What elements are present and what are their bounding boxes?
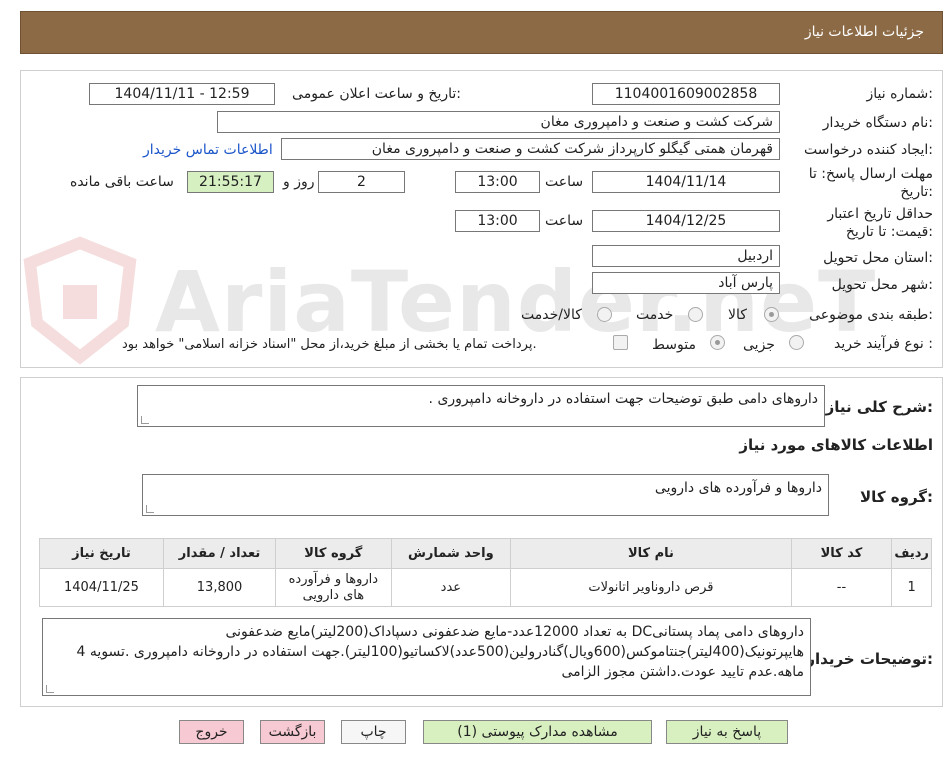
validity-label: حداقل تاریخ اعتبار — [827, 206, 933, 222]
province-label: استان محل تحویل: — [823, 250, 933, 266]
general-desc-text: داروهای دامی طبق توضیحات جهت استفاده در … — [428, 391, 818, 407]
days-field: 2 — [318, 171, 405, 193]
days-label: روز و — [283, 174, 315, 190]
goods-group-text: داروها و فرآورده های دارویی — [654, 480, 822, 496]
back-button[interactable]: بازگشت — [260, 720, 325, 744]
need-number-field: 1104001609002858 — [592, 83, 780, 105]
announce-label: تاریخ و ساعت اعلان عمومی: — [292, 86, 461, 102]
announce-field: 1404/11/11 - 12:59 — [89, 83, 275, 105]
validity-time-label: ساعت — [545, 213, 584, 229]
city-label: شهر محل تحویل: — [831, 277, 933, 293]
goods-group-label: گروه کالا: — [860, 488, 933, 506]
table-header-row: ردیف کد کالا نام کالا واحد شمارش گروه کا… — [39, 538, 932, 569]
buyer-notes-text: داروهای دامی پماد پستانیDC به تعداد 1200… — [76, 624, 804, 680]
process-radio-minor[interactable] — [789, 335, 804, 350]
validity-date-field: 1404/12/25 — [592, 210, 780, 232]
category-radio-both[interactable] — [597, 307, 612, 322]
reply-deadline-label-2: تاریخ: — [900, 184, 933, 200]
category-radio-service[interactable] — [688, 307, 703, 322]
reply-date-field: 1404/11/14 — [592, 171, 780, 193]
col-name: نام کالا — [510, 538, 792, 569]
province-field: اردبیل — [592, 245, 780, 267]
process-option-medium: متوسط — [652, 337, 696, 353]
col-code: کد کالا — [790, 538, 893, 569]
buyer-org-label: نام دستگاه خریدار: — [822, 115, 933, 131]
page-title: جزئیات اطلاعات نیاز — [804, 24, 924, 40]
resize-grip-icon[interactable] — [146, 505, 154, 513]
remaining-label: ساعت باقی مانده — [70, 174, 174, 190]
treasury-checkbox[interactable] — [613, 335, 628, 350]
process-option-minor: جزیی — [743, 337, 775, 353]
cell-row: 1 — [891, 568, 932, 607]
attachments-button[interactable]: مشاهده مدارک پیوستی (1) — [423, 720, 652, 744]
validity-label-2: قیمت: تا تاریخ: — [845, 224, 933, 240]
col-row: ردیف — [891, 538, 932, 569]
remaining-time-field: 21:55:17 — [187, 171, 274, 193]
items-table: ردیف کد کالا نام کالا واحد شمارش گروه کا… — [39, 538, 932, 607]
general-desc-label: شرح کلی نیاز: — [825, 398, 933, 416]
cell-unit: عدد — [390, 568, 512, 607]
page-header: جزئیات اطلاعات نیاز — [20, 11, 943, 54]
general-desc-textarea[interactable]: داروهای دامی طبق توضیحات جهت استفاده در … — [137, 385, 825, 427]
category-option-both: کالا/خدمت — [521, 307, 582, 323]
validity-time-field: 13:00 — [455, 210, 540, 232]
cell-name: قرص داروناویر اتانولات — [510, 568, 792, 607]
print-button[interactable]: چاپ — [341, 720, 406, 744]
payment-note: پرداخت تمام یا بخشی از مبلغ خرید،از محل … — [122, 337, 537, 352]
items-section-title: اطلاعات کالاهای مورد نیاز — [739, 436, 933, 454]
category-option-goods: کالا — [728, 307, 747, 323]
city-field: پارس آباد — [592, 272, 780, 294]
resize-grip-icon[interactable] — [141, 416, 149, 424]
cell-date: 1404/11/25 — [39, 568, 164, 607]
requester-label: ایجاد کننده درخواست: — [804, 142, 933, 158]
exit-button[interactable]: خروج — [179, 720, 244, 744]
process-label: نوع فرآیند خرید : — [834, 336, 933, 352]
category-option-service: خدمت — [636, 307, 674, 323]
cell-code: -- — [790, 568, 893, 607]
reply-deadline-label: مهلت ارسال پاسخ: تا — [808, 166, 933, 182]
cell-group: داروها و فرآورده های دارویی — [275, 568, 392, 607]
buyer-notes-label: توضیحات خریدار: — [806, 650, 933, 668]
buyer-notes-textarea[interactable]: داروهای دامی پماد پستانیDC به تعداد 1200… — [42, 618, 811, 696]
resize-grip-icon[interactable] — [46, 685, 54, 693]
process-radio-medium[interactable] — [710, 335, 725, 350]
col-qty: تعداد / مقدار — [162, 538, 277, 569]
requester-field: قهرمان همتی گیگلو کارپرداز شرکت کشت و صن… — [281, 138, 780, 160]
goods-group-textarea[interactable]: داروها و فرآورده های دارویی — [142, 474, 829, 516]
col-date: تاریخ نیاز — [39, 538, 164, 569]
category-label: طبقه بندی موضوعی: — [809, 307, 933, 323]
cell-qty: 13,800 — [162, 568, 277, 607]
reply-time-field: 13:00 — [455, 171, 540, 193]
table-row: 1 -- قرص داروناویر اتانولات عدد داروها و… — [39, 568, 932, 607]
reply-button[interactable]: پاسخ به نیاز — [666, 720, 788, 744]
buyer-org-field: شرکت کشت و صنعت و دامپروری مغان — [217, 111, 780, 133]
reply-time-label: ساعت — [545, 174, 584, 190]
need-number-label: شماره نیاز: — [866, 86, 933, 102]
col-group: گروه کالا — [275, 538, 392, 569]
col-unit: واحد شمارش — [390, 538, 512, 569]
category-radio-goods[interactable] — [764, 307, 779, 322]
contact-buyer-link[interactable]: اطلاعات تماس خریدار — [143, 142, 273, 158]
